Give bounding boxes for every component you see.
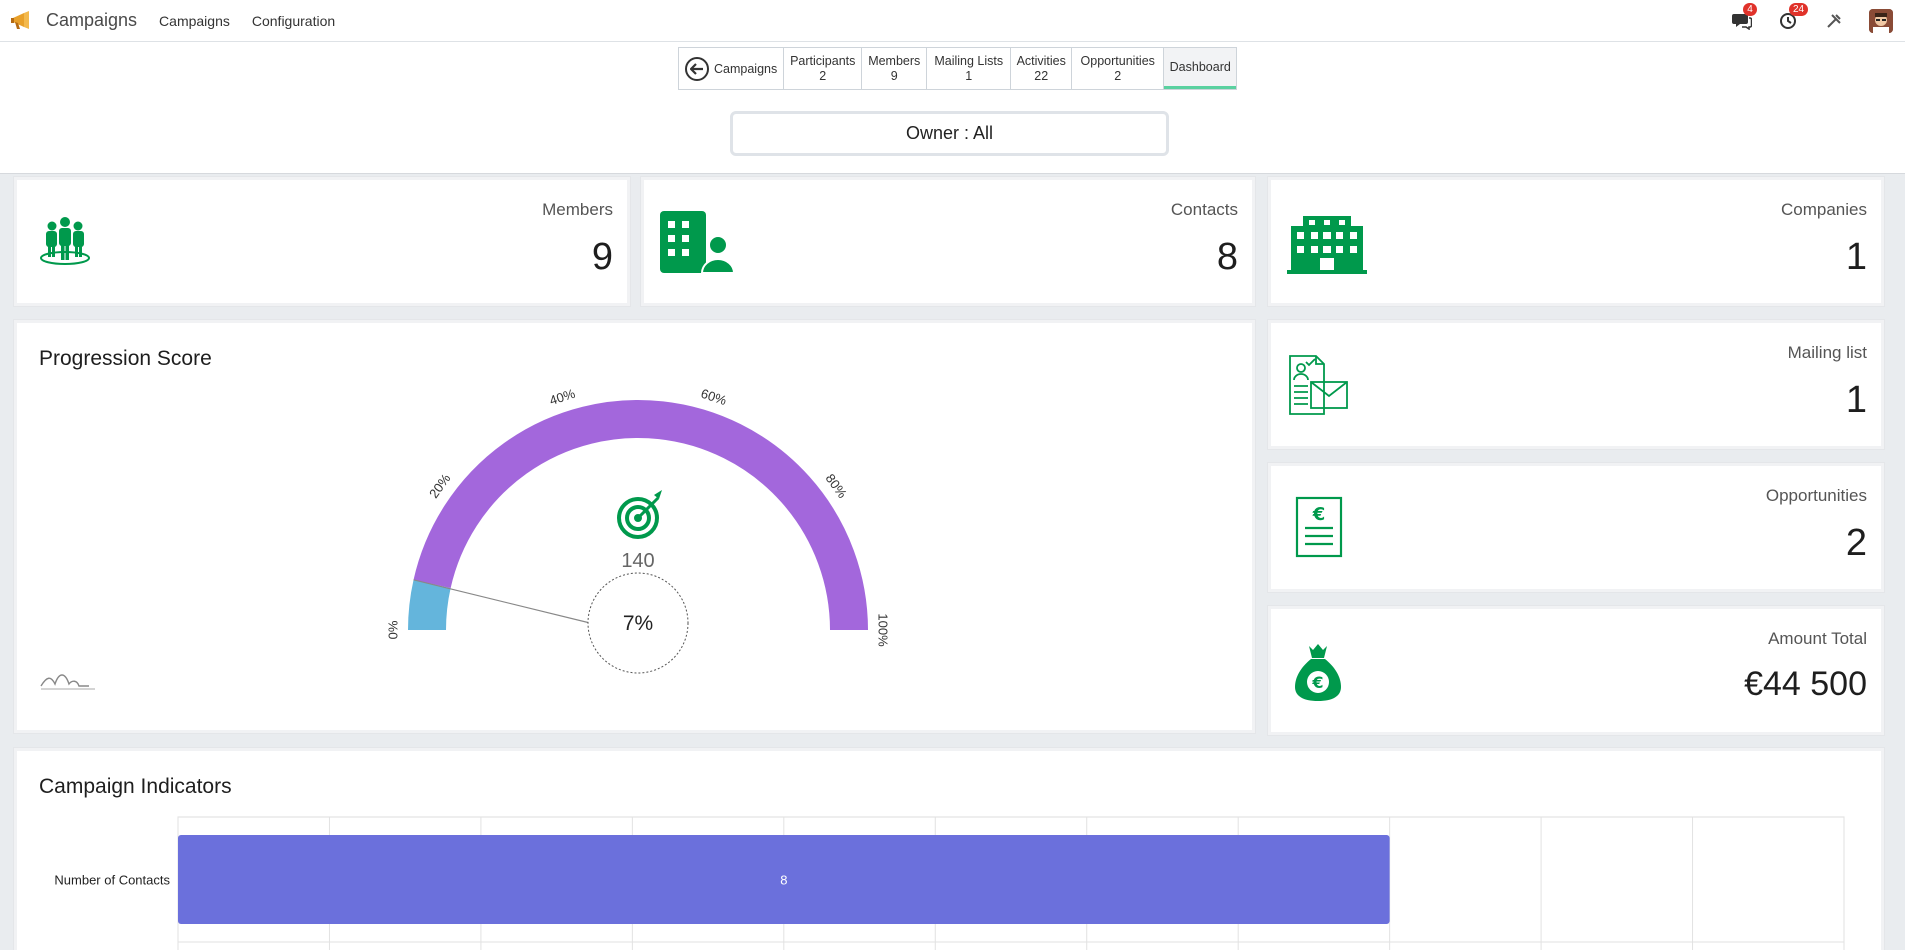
gauge-filled-arc [408,579,451,631]
opportunities-label: Opportunities [1080,54,1155,68]
user-avatar[interactable] [1869,9,1893,33]
opportunities-count: 2 [1114,69,1122,83]
messages-button[interactable]: 4 [1731,3,1757,32]
kpi-members-value: 9 [591,236,613,278]
tools-icon [1827,14,1841,28]
chart-category-label: Number of Contacts [54,873,170,888]
kpi-contacts-value: 8 [1216,236,1238,278]
kpi-companies-card[interactable]: Companies 1 [1268,177,1884,306]
target-icon [617,490,662,539]
kpi-contacts-card[interactable]: Contacts 8 [641,177,1255,306]
building-user-icon [660,211,736,273]
app-name: Campaigns [46,10,138,30]
group-people-icon [40,217,90,265]
messages-badge: 4 [1743,3,1757,16]
kpi-members-label: Members [542,200,613,219]
mailing-lists-label: Mailing Lists [934,54,1004,68]
kpi-mailing-list-card[interactable]: Mailing list 1 [1268,320,1884,449]
gauge-tick-label: 40% [548,386,578,408]
euro-invoice-icon: € [1295,496,1343,558]
activities-badge: 24 [1789,3,1809,16]
mailing-lists-count: 1 [965,69,973,83]
gauge-tick-label: 20% [426,471,454,501]
kpi-mailing-list-value: 1 [1845,379,1867,421]
kpi-amount-total-card[interactable]: € Amount Total €44 500 [1268,606,1884,735]
activities-smart-button[interactable]: Activities 22 [1011,48,1073,89]
activities-button[interactable]: 24 [1777,3,1809,32]
kpi-mailing-list-label: Mailing list [1787,343,1867,362]
back-label: Campaigns [714,61,778,76]
kpi-companies-label: Companies [1781,200,1867,219]
activities-label: Activities [1016,54,1066,68]
progression-score-card: Progression Score 0% 20% 40% 60% 80% 100% 7% 14… [14,320,1255,733]
office-building-icon [1287,216,1367,274]
kpi-amount-total-label: Amount Total [1768,629,1867,648]
kpi-companies-value: 1 [1845,236,1867,278]
owner-filter-button[interactable]: Owner : All [730,111,1169,156]
opportunities-smart-button[interactable]: Opportunities 2 [1072,48,1165,89]
campaign-indicators-chart: Number of Contacts 8 [54,816,1845,950]
svg-text:€: € [1312,504,1326,525]
gauge-percent-label: 7% [623,612,653,635]
kpi-opportunities-card[interactable]: € Opportunities 2 [1268,463,1884,592]
gauge-tick-label: 80% [823,471,851,501]
control-panel: Campaigns Participants 2 Members 9 Maili… [0,42,1905,174]
participants-button[interactable]: Participants 2 [784,48,863,89]
mailing-document-icon [1289,355,1348,415]
chart-data-label: 8 [780,873,787,888]
debug-tools-button[interactable] [1823,10,1845,32]
arrow-left-icon [685,56,709,81]
top-navbar: Campaigns Campaigns Configuration 4 24 [0,0,1905,42]
kpi-members-card[interactable]: Members 9 [14,177,630,306]
dashboard-tab[interactable]: Dashboard [1164,48,1237,89]
gauge-tick-label: 100% [876,613,891,647]
dashboard-label: Dashboard [1169,60,1231,74]
app-brand[interactable]: Campaigns [10,10,137,32]
members-button[interactable]: Members 9 [862,48,928,89]
svg-text:€: € [1311,673,1323,692]
gauge-tick-label: 0% [385,620,400,639]
campaign-indicators-card: Campaign Indicators Number of Contacts 8 [14,748,1884,950]
megaphone-icon [11,10,29,29]
kpi-contacts-label: Contacts [1170,200,1238,219]
kpi-amount-total-value: €44 500 [1744,665,1867,703]
gauge-tick-label: 60% [699,386,729,408]
money-bag-icon: € [1295,644,1341,701]
members-count: 9 [890,69,898,83]
smart-buttons: Campaigns Participants 2 Members 9 Maili… [678,47,1238,90]
participants-label: Participants [790,54,856,68]
kpi-opportunities-label: Opportunities [1765,486,1867,505]
mailing-lists-button[interactable]: Mailing Lists 1 [927,48,1012,89]
owner-filter-label: Owner : All [905,123,994,143]
menu-campaigns[interactable]: Campaigns [159,13,230,29]
menu-configuration[interactable]: Configuration [252,13,335,29]
user-face-icon [1869,9,1893,33]
gauge-target-value: 140 [621,550,654,572]
participants-count: 2 [819,69,827,83]
chart-type-icon [40,674,89,687]
progression-gauge: 0% 20% 40% 60% 80% 100% 7% 140 [40,386,891,690]
kpi-opportunities-value: 2 [1845,522,1867,564]
back-to-campaigns-button[interactable]: Campaigns [679,48,785,89]
members-label: Members [868,54,921,68]
activities-count: 22 [1034,69,1049,83]
